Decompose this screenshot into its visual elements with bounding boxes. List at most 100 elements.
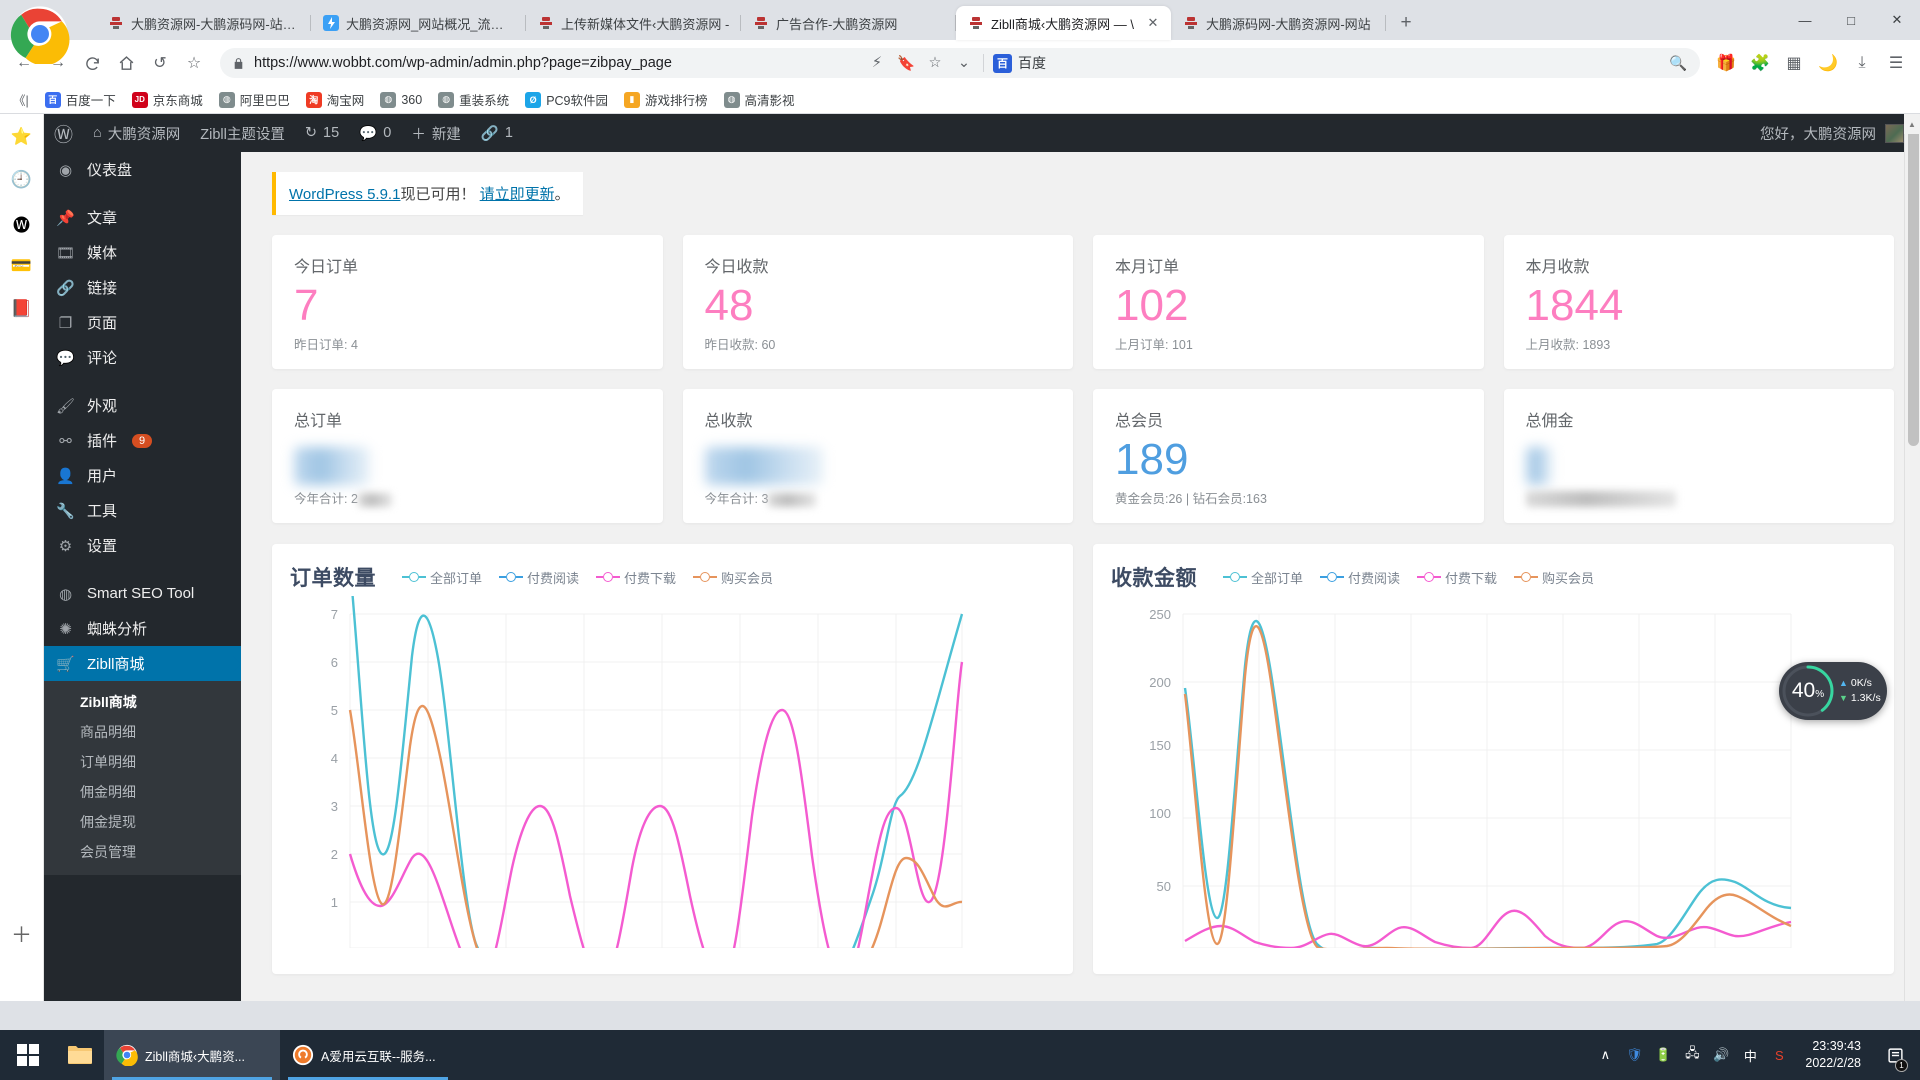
search-icon[interactable]: 🔍 [1668,47,1688,79]
scrollbar-thumb[interactable] [1908,116,1919,446]
extension-puzzle-icon[interactable]: 🧩 [1744,47,1776,79]
menu-icon[interactable]: ☰ [1880,47,1912,79]
search-engine-chip[interactable]: 百 百度 [993,53,1046,73]
weibo-icon[interactable]: 🅦 [9,210,35,236]
submenu-item-members[interactable]: 会员管理 [44,837,241,867]
wallet-icon[interactable]: 💳 [9,253,35,279]
add-panel-button[interactable]: ＋ [11,919,32,949]
sidebar-item-dashboard[interactable]: ◉ 仪表盘 [44,152,241,187]
legend-item[interactable]: 付费阅读 [1320,568,1400,587]
address-bar[interactable]: https://www.wobbt.com/wp-admin/admin.php… [220,48,1700,78]
home-button[interactable] [110,47,142,79]
battery-icon[interactable]: 🔋 [1654,1046,1672,1064]
wordpress-version-link[interactable]: WordPress 5.9.1 [289,186,400,203]
file-explorer-icon[interactable] [56,1030,104,1080]
theme-settings-menu[interactable]: Zibll主题设置 [190,114,295,152]
submenu-item-orders[interactable]: 订单明细 [44,747,241,777]
new-tab-button[interactable]: + [1392,9,1420,37]
browser-tab-active[interactable]: Zibll商城‹大鹏资源网 — \ ✕ [956,6,1171,40]
tray-expand-icon[interactable]: ∧ [1596,1046,1614,1064]
sidebar-item-plugins[interactable]: ⚯ 插件 9 [44,423,241,458]
shield-icon[interactable]: 🛡 [1625,1046,1643,1064]
favorites-star-icon[interactable]: ⭐ [9,124,35,150]
bookmark-item[interactable]: JD 京东商城 [125,87,210,112]
sidebar-item-appearance[interactable]: 🖌 外观 [44,388,241,423]
legend-item[interactable]: 购买会员 [1514,568,1594,587]
browser-tab[interactable]: 上传新媒体文件‹大鹏资源网 - [526,6,741,40]
extension-gift-icon[interactable]: 🎁 [1710,47,1742,79]
page-scrollbar[interactable] [1904,114,1920,1001]
legend-item[interactable]: 购买会员 [693,568,773,587]
legend-item[interactable]: 全部订单 [1223,568,1303,587]
lightning-icon[interactable]: ⚡ [867,47,887,79]
extension-icon[interactable]: 🔖 [896,47,916,79]
sidebar-item-smart-seo-tool[interactable]: ◍ Smart SEO Tool [44,576,241,611]
comments-menu[interactable]: 💬 0 [349,114,401,152]
submenu-item-zibll-shop[interactable]: Zibll商城 [44,687,241,717]
extension-grid-icon[interactable]: ▦ [1778,47,1810,79]
sidebar-item-zibll-shop[interactable]: 🛒 Zibll商城 [44,646,241,681]
sidebar-item-links[interactable]: 🔗 链接 [44,270,241,305]
legend-item[interactable]: 付费下载 [1417,568,1497,587]
browser-tab[interactable]: 大鹏资源网-大鹏源码网-站长资 [96,6,311,40]
taskbar-app-chrome[interactable]: Zibll商城‹大鹏资... [104,1030,280,1080]
reload-button[interactable] [76,47,108,79]
bookmark-item[interactable]: ◍ 360 [373,89,429,111]
bookmark-item[interactable]: 淘淘宝网 [299,87,372,112]
pdf-icon[interactable]: 📕 [9,296,35,322]
browser-tab[interactable]: 广告合作-大鹏资源网 [741,6,956,40]
sidebar-item-tools[interactable]: 🔧 工具 [44,493,241,528]
submenu-item-commission-detail[interactable]: 佣金明细 [44,777,241,807]
updates-menu[interactable]: ↻ 15 [295,114,349,152]
start-button[interactable] [0,1030,56,1080]
wordpress-logo-icon[interactable]: Ⓦ [44,114,83,152]
browser-tab[interactable]: 大鹏资源网_网站概况_流量统计 [311,6,526,40]
site-name-menu[interactable]: ⌂ 大鹏资源网 [83,114,190,152]
history-clock-icon[interactable]: 🕘 [9,167,35,193]
sidebar-item-pages[interactable]: ❐ 页面 [44,305,241,340]
legend-item[interactable]: 全部订单 [402,568,482,587]
volume-icon[interactable]: 🔊 [1712,1046,1730,1064]
bookmark-item[interactable]: ◍ 重装系统 [431,87,516,112]
notification-center-button[interactable]: 1 [1878,1030,1912,1080]
submenu-item-products[interactable]: 商品明细 [44,717,241,747]
bookmark-item[interactable]: 百百度一下 [38,87,123,112]
bookmark-item[interactable]: ◍ 高清影视 [717,87,802,112]
attachments-menu[interactable]: 🔗 1 [471,114,523,152]
bookmark-item[interactable]: ▮ 游戏排行榜 [617,87,715,112]
close-button[interactable]: ✕ [1874,0,1920,40]
update-now-link[interactable]: 请立即更新 [480,186,555,203]
taskbar-app-aliyun[interactable]: A爱用云互联--服务... [280,1030,456,1080]
bookmark-star-button[interactable]: ☆ [178,47,210,79]
browser-tab[interactable]: 大鹏源码网-大鹏资源网-网站 [1171,6,1386,40]
sidebar-item-users[interactable]: 👤 用户 [44,458,241,493]
bookmark-icon[interactable]: ☆ [925,47,945,79]
chevron-down-icon[interactable]: ⌄ [954,47,974,79]
minimize-button[interactable]: — [1782,0,1828,40]
downloads-icon[interactable]: ⤓ [1846,47,1878,79]
bookmark-item[interactable]: ◍ 阿里巴巴 [212,87,297,112]
scrollbar-up-arrow[interactable]: ▲ [1904,114,1920,134]
sidebar-item-comments[interactable]: 💬 评论 [44,340,241,375]
new-content-menu[interactable]: ＋ 新建 [401,114,471,152]
sidebar-item-settings[interactable]: ⚙ 设置 [44,528,241,563]
dark-mode-icon[interactable]: 🌙 [1812,47,1844,79]
sogou-icon[interactable]: S [1770,1046,1788,1064]
sidebar-item-label: 页面 [87,315,118,332]
network-speed-widget[interactable]: 40% ▲ 0K/s ▼ 1.3K/s [1779,662,1887,720]
taskbar-clock[interactable]: 23:39:43 2022/2/28 [1799,1038,1867,1072]
history-back-button[interactable]: ↺ [144,47,176,79]
sidebar-item-media[interactable]: 🎞 媒体 [44,235,241,270]
bookmarks-overflow-button[interactable]: 《| [6,87,36,112]
legend-item[interactable]: 付费阅读 [499,568,579,587]
ime-language-icon[interactable]: 中 [1741,1046,1759,1064]
tab-close-icon[interactable]: ✕ [1145,15,1161,31]
sidebar-item-spider-analysis[interactable]: ✺ 蜘蛛分析 [44,611,241,646]
network-icon[interactable]: 🖧 [1683,1045,1701,1064]
bookmark-item[interactable]: Ø PC9软件园 [518,87,615,112]
legend-item[interactable]: 付费下载 [596,568,676,587]
submenu-item-commission-withdraw[interactable]: 佣金提现 [44,807,241,837]
sidebar-item-posts[interactable]: 📌 文章 [44,200,241,235]
maximize-button[interactable]: □ [1828,0,1874,40]
account-menu[interactable]: 您好，大鹏资源网 [1760,123,1920,144]
